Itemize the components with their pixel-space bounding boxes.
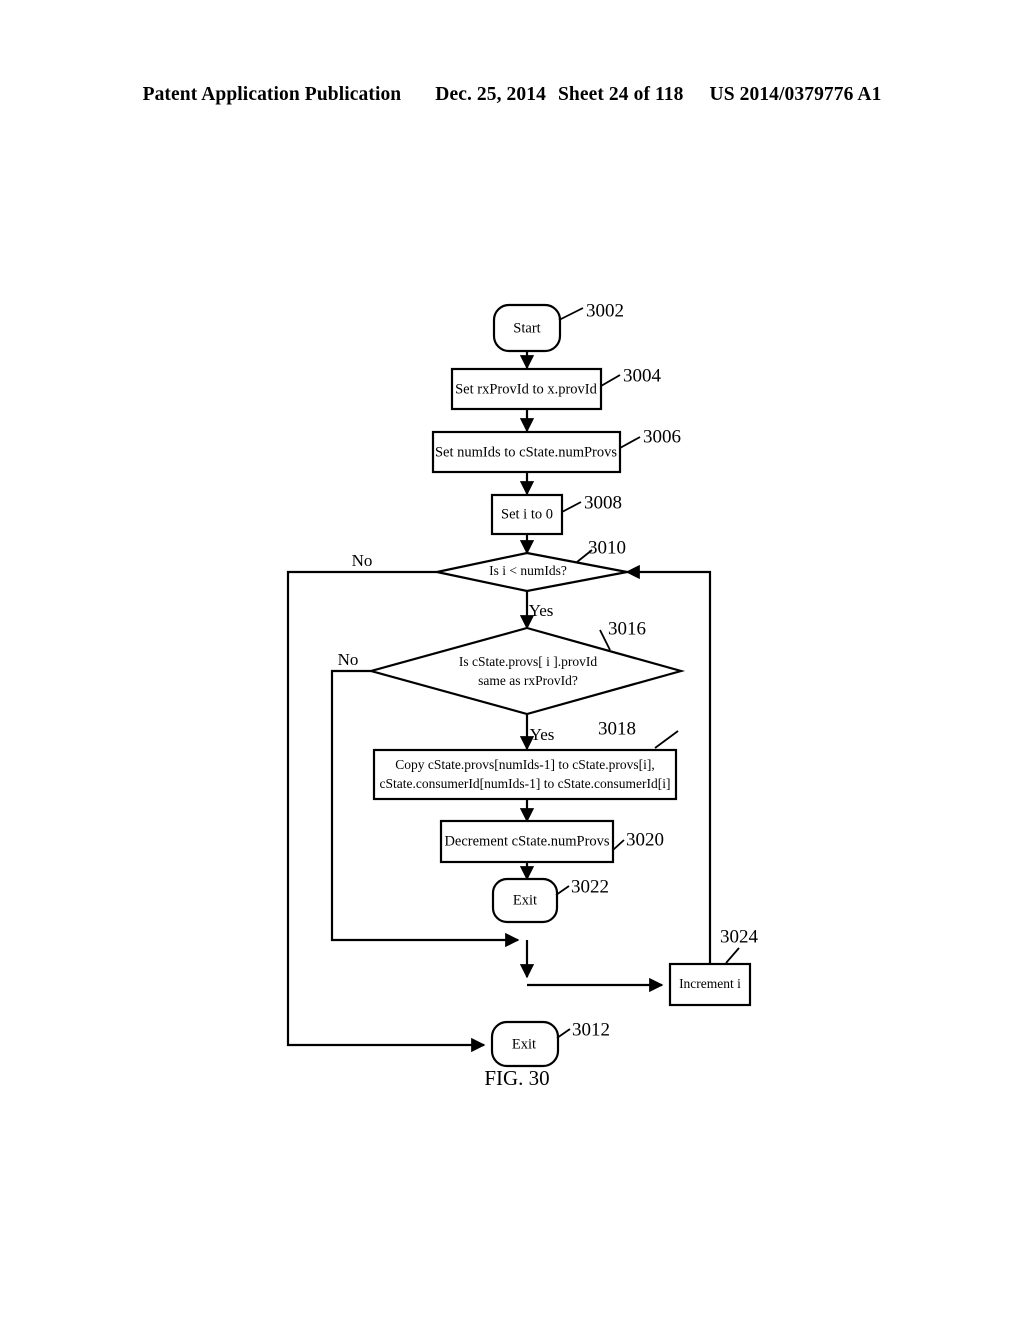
node-set-i-zero-label: Set i to 0 [501, 506, 553, 522]
node-start-label: Start [513, 320, 540, 336]
branch-label-i-no: No [352, 551, 373, 570]
node-decision-prov-match [366, 626, 686, 716]
ref-3004: 3004 [623, 365, 662, 386]
node-set-numids-label: Set numIds to cState.numProvs [435, 444, 617, 460]
node-decision-prov-match-line2: same as rxProvId? [478, 673, 578, 688]
node-copy-entries-line2: cState.consumerId[numIds-1] to cState.co… [380, 776, 671, 791]
leader-3006 [619, 436, 641, 449]
connector-decision-prov-no-segment1 [330, 669, 520, 948]
ref-3008: 3008 [584, 492, 622, 513]
branch-label-prov-yes: Yes [530, 725, 555, 744]
branch-label-prov-no: No [338, 650, 359, 669]
node-decrement-num-provs-label: Decrement cState.numProvs [444, 833, 609, 849]
patent-page: Patent Application Publication Dec. 25, 2… [0, 0, 1024, 1320]
ref-3006: 3006 [643, 426, 681, 447]
ref-3020: 3020 [626, 829, 664, 850]
flowchart-figure-30: Start 3002 Set rxProvId to x.provId 3004… [286, 300, 759, 1090]
ref-3012: 3012 [572, 1019, 610, 1040]
ref-3016: 3016 [608, 618, 646, 639]
node-copy-entries-line1: Copy cState.provs[numIds-1] to cState.pr… [395, 757, 654, 772]
node-set-rxprovid-label: Set rxProvId to x.provId [455, 381, 598, 397]
ref-3010: 3010 [588, 537, 626, 558]
leader-3018 [654, 730, 679, 749]
leader-3008 [561, 501, 582, 513]
node-decision-prov-match-line1: Is cState.provs[ i ].provId [459, 654, 598, 669]
connector-decision-i-no-to-exit-3012 [286, 570, 486, 1053]
node-exit-found-label: Exit [513, 892, 537, 908]
node-increment-i-label: Increment i [679, 976, 741, 991]
leader-3022 [555, 885, 570, 896]
leader-3004 [600, 374, 621, 387]
leader-3002 [558, 307, 584, 321]
branch-label-i-yes: Yes [529, 601, 554, 620]
figure-caption: FIG. 30 [484, 1066, 549, 1090]
leader-3024 [725, 947, 740, 964]
node-decision-i-lt-numids-label: Is i < numIds? [489, 563, 567, 578]
leader-3012 [556, 1028, 571, 1039]
node-exit-loop-end-label: Exit [512, 1036, 536, 1052]
ref-3018: 3018 [598, 718, 636, 739]
ref-3024: 3024 [720, 926, 759, 947]
ref-3022: 3022 [571, 876, 609, 897]
leader-3020 [612, 839, 625, 851]
ref-3002: 3002 [586, 300, 624, 321]
